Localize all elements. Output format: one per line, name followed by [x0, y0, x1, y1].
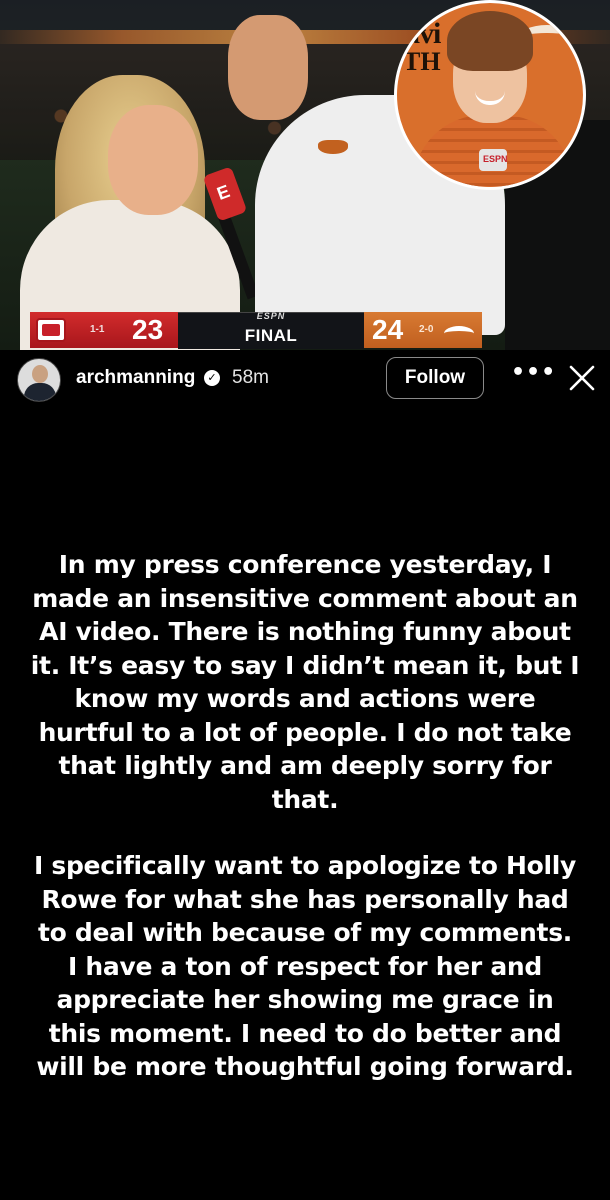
avatar-body [24, 383, 56, 401]
inset-sign-text: avi [405, 17, 441, 50]
game-status-panel: ESPN FINAL [178, 311, 364, 349]
inset-portrait: avi TH ESPN [394, 0, 586, 190]
home-score: 24 [372, 314, 404, 345]
ohio-state-logo-icon [36, 318, 66, 342]
away-team-panel: 1-1 23 [30, 312, 178, 348]
reporter-face [108, 105, 198, 215]
more-options-icon[interactable]: ••• [511, 362, 555, 387]
caption-paragraph-2: I specifically want to apologize to Holl… [33, 851, 577, 1081]
close-icon[interactable] [566, 362, 598, 394]
away-score: 23 [132, 314, 164, 345]
home-team-panel: 24 2-0 [364, 312, 482, 348]
username[interactable]: archmanning [76, 367, 195, 389]
game-status: FINAL [244, 326, 298, 345]
away-record: 1-1 [90, 324, 105, 335]
network-label: ESPN [256, 311, 286, 321]
avatar-head [32, 365, 48, 383]
scoreboard: 1-1 23 ESPN FINAL 24 2-0 [30, 311, 482, 349]
inset-sign-text-2: TH [403, 47, 441, 76]
story-text: In my press conference yesterday, I made… [30, 548, 580, 1084]
coach-head [228, 15, 308, 120]
inset-hair [447, 11, 533, 71]
verified-badge-icon: ✓ [204, 370, 220, 386]
follow-button[interactable]: Follow [386, 357, 484, 399]
avatar[interactable] [17, 358, 61, 402]
timestamp: 58m [232, 367, 269, 388]
longhorn-logo-icon [318, 140, 348, 154]
story-header: archmanning ✓ 58m Follow ••• [0, 350, 610, 410]
story-photo: avi TH ESPN 1-1 23 ESPN FINAL 24 2-0 [0, 0, 610, 350]
inset-mic-label: ESPN [483, 154, 508, 164]
caption-paragraph-1: In my press conference yesterday, I made… [30, 550, 580, 814]
home-record: 2-0 [419, 324, 434, 335]
longhorn-icon [444, 326, 474, 341]
